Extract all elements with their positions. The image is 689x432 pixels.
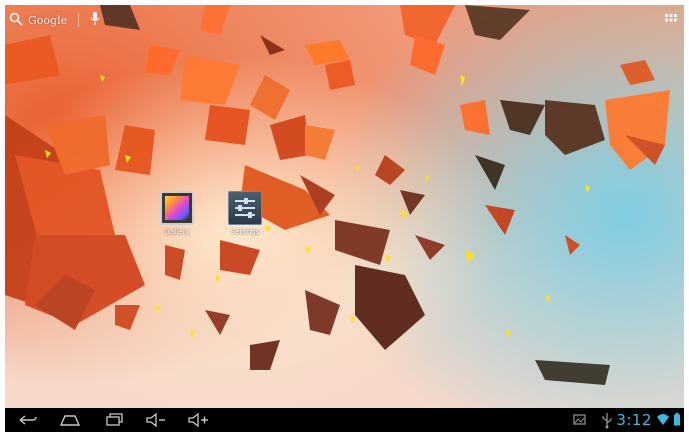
search-label: Google: [28, 13, 68, 27]
settings-shortcut[interactable]: Settings: [219, 191, 271, 236]
gallery-label: Gallery: [164, 228, 190, 236]
gallery-shortcut[interactable]: Gallery: [151, 191, 203, 236]
tablet-screen: Google Gallery Settings 3:12: [5, 5, 684, 432]
volume-up-icon[interactable]: [185, 408, 211, 432]
wallpaper-shards: [5, 5, 670, 385]
clock[interactable]: 3:12: [616, 411, 652, 429]
gallery-icon: [160, 191, 194, 225]
screenshot-icon: [573, 408, 587, 432]
wallpaper: [5, 5, 684, 408]
settings-sliders-icon: [228, 191, 262, 225]
battery-icon: [673, 408, 681, 432]
search-icon[interactable]: [9, 11, 23, 30]
google-search-bar[interactable]: Google: [9, 9, 100, 31]
system-bar: 3:12: [5, 408, 684, 432]
microphone-icon[interactable]: [90, 11, 100, 30]
back-icon[interactable]: [15, 408, 41, 432]
wifi-icon: [656, 408, 670, 432]
search-divider: [78, 13, 80, 27]
usb-icon: [601, 408, 613, 432]
volume-down-icon[interactable]: [143, 408, 169, 432]
app-grid-icon[interactable]: [664, 12, 678, 26]
home-icon[interactable]: [57, 408, 83, 432]
settings-label: Settings: [230, 228, 260, 236]
recent-apps-icon[interactable]: [101, 408, 127, 432]
